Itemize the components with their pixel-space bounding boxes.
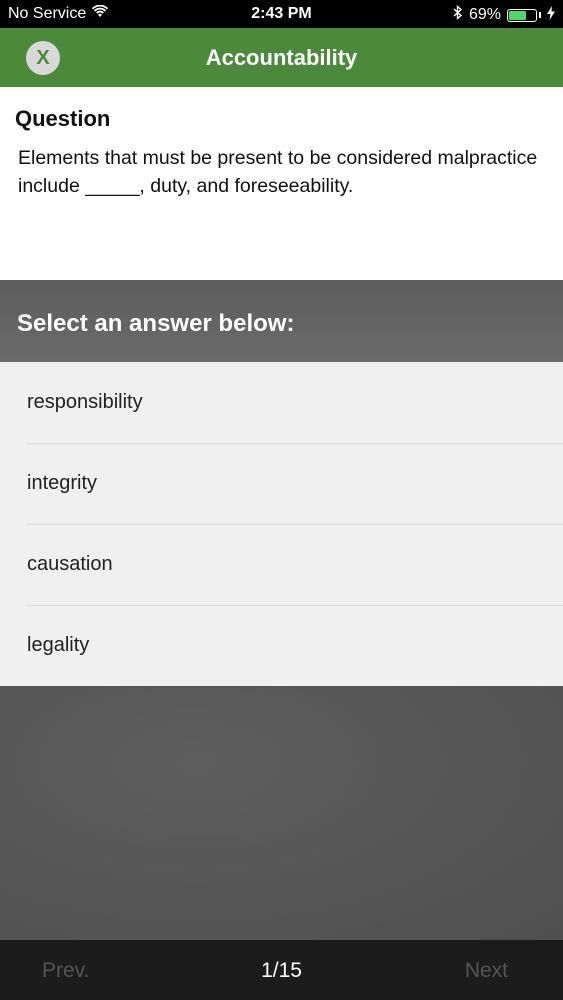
answer-list: responsibility integrity causation legal… xyxy=(0,362,563,686)
status-bar: No Service 2:43 PM 69% xyxy=(0,0,563,28)
battery-nub xyxy=(539,12,541,18)
question-panel: Question Elements that must be present t… xyxy=(0,87,563,280)
answer-prompt: Select an answer below: xyxy=(17,310,295,337)
status-right: 69% xyxy=(453,4,555,25)
answer-option[interactable]: integrity xyxy=(0,443,563,524)
question-text: Elements that must be present to be cons… xyxy=(18,147,538,197)
answer-label: integrity xyxy=(27,472,98,494)
bolt-icon xyxy=(547,5,555,25)
page-title: Accountability xyxy=(205,45,358,70)
background-map xyxy=(0,687,563,940)
answer-label: legality xyxy=(27,634,90,656)
answer-option[interactable]: responsibility xyxy=(0,362,563,443)
question-heading: Question xyxy=(15,106,111,131)
nav-bar: X Accountability xyxy=(0,28,563,87)
battery-icon xyxy=(507,8,537,22)
answer-option[interactable]: legality xyxy=(0,605,563,686)
next-button[interactable]: Next xyxy=(465,959,508,983)
answer-label: causation xyxy=(27,553,113,575)
answer-option[interactable]: causation xyxy=(0,524,563,605)
battery-fill xyxy=(509,10,527,20)
bluetooth-icon xyxy=(453,4,463,25)
answer-prompt-header: Select an answer below: xyxy=(0,280,563,362)
footer-toolbar: Prev. 1/15 Next xyxy=(0,940,563,1000)
answer-label: responsibility xyxy=(27,391,143,413)
battery-percent: 69% xyxy=(468,6,501,23)
